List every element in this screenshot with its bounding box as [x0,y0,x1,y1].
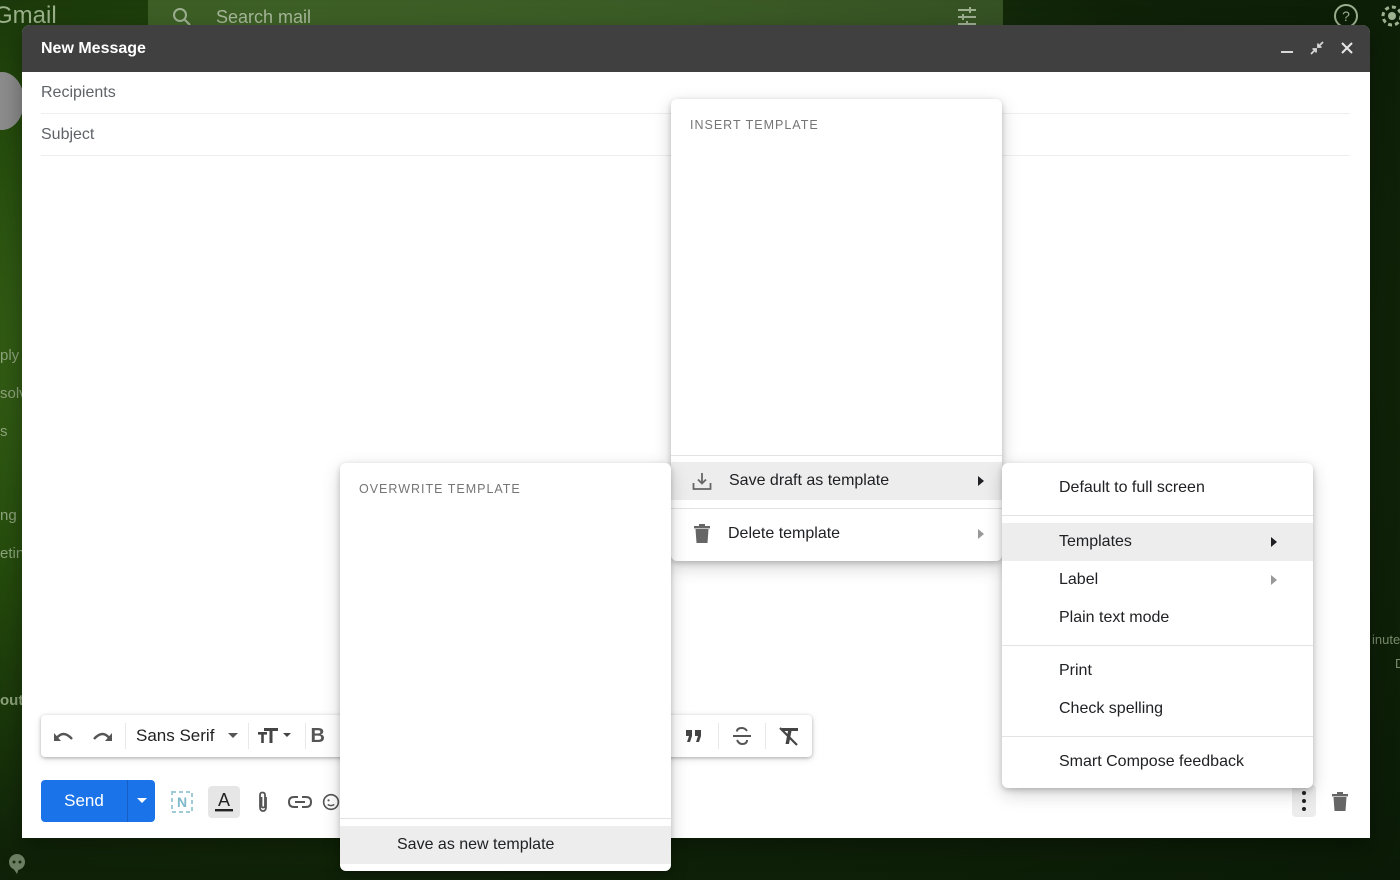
menu-item-label: Check spelling [1059,700,1164,717]
exit-full-screen-button[interactable] [1308,39,1326,57]
formatting-options-icon: A [215,791,233,812]
chat-icon[interactable] [6,852,28,874]
menu-divider [340,818,671,819]
strikethrough-icon [733,727,751,745]
more-options-icon [1302,791,1306,795]
templates-item[interactable]: Templates [1002,523,1313,561]
notion-button[interactable]: N [166,786,198,818]
trash-icon [694,524,710,543]
minimize-icon [1281,51,1293,53]
bold-button[interactable]: B [310,721,340,751]
font-family-value: Sans Serif [136,726,215,745]
submenu-arrow-icon [978,476,984,486]
quote-icon [686,730,701,742]
save-draft-as-template-item[interactable]: Save draft as template [671,462,1002,500]
submenu-arrow-icon [978,529,984,539]
toolbar-divider [305,723,307,749]
check-spelling-item[interactable]: Check spelling [1002,690,1313,728]
default-full-screen-item[interactable]: Default to full screen [1002,469,1313,507]
more-options-button[interactable] [1292,785,1316,817]
formatting-options-button[interactable]: A [208,786,240,818]
save-as-new-template-item[interactable]: Save as new template [340,826,671,864]
sidebar-fragment: out [0,692,24,709]
remove-formatting-icon [779,727,798,746]
right-fragment: D [1395,656,1400,671]
undo-icon [54,732,73,741]
send-options-icon [136,798,147,803]
close-icon [1341,42,1353,54]
menu-item-label: Templates [1059,533,1132,550]
menu-item-label: Save as new template [397,836,555,853]
menu-divider [1002,736,1313,737]
emoji-icon [322,793,340,811]
avatar [0,72,24,130]
menu-divider [1002,515,1313,516]
menu-item-label: Save draft as template [729,472,890,489]
font-family-select[interactable]: Sans Serif [130,721,244,751]
minimize-button[interactable] [1278,39,1296,57]
toolbar-divider [125,723,126,749]
send-button[interactable]: Send [41,780,127,822]
menu-divider [1002,645,1313,646]
delete-template-item[interactable]: Delete template [671,515,1002,553]
menu-divider [671,455,1002,456]
close-button[interactable] [1338,39,1356,57]
svg-text:N: N [177,794,187,810]
discard-icon [1332,792,1348,811]
undo-button[interactable] [45,721,83,751]
redo-icon [93,732,112,741]
print-item[interactable]: Print [1002,652,1313,690]
insert-link-button[interactable] [284,786,316,818]
download-icon [692,473,712,490]
link-icon [288,796,312,808]
strikethrough-button[interactable] [723,721,761,751]
remove-formatting-button[interactable] [770,721,808,751]
dropdown-arrow-icon [228,733,239,738]
attach-button[interactable] [247,786,279,818]
toolbar-divider [718,723,719,749]
toolbar-divider [765,723,766,749]
bold-icon: B [310,724,325,747]
send-options-button[interactable] [127,780,155,822]
menu-item-label: Smart Compose feedback [1059,753,1244,770]
quote-button[interactable] [674,721,714,751]
settings-icon[interactable] [1378,2,1400,30]
toolbar-divider [248,723,250,749]
send-button-group: Send [41,780,155,822]
sidebar-fragment: etin [0,545,25,562]
smart-compose-feedback-item[interactable]: Smart Compose feedback [1002,743,1313,781]
overwrite-template-header: OVERWRITE TEMPLATE [359,482,521,496]
insert-template-header: INSERT TEMPLATE [690,118,819,132]
menu-item-label: Default to full screen [1059,479,1205,496]
notion-icon: N [171,791,193,813]
menu-item-label: Plain text mode [1059,609,1170,626]
exit-full-screen-icon [1310,41,1324,55]
compose-title: New Message [41,39,146,57]
sidebar-fragment: ply [0,347,20,364]
sidebar-fragment: ng [0,507,17,524]
font-size-button[interactable] [253,721,301,751]
submenu-arrow-icon [1271,575,1277,585]
templates-submenu: INSERT TEMPLATE Save draft as template D… [671,99,1002,561]
svg-text:?: ? [1342,8,1350,24]
more-options-menu: Default to full screen Templates Label P… [1002,463,1313,788]
svg-text:A: A [218,791,230,810]
menu-item-label: Delete template [728,525,841,542]
save-template-submenu: OVERWRITE TEMPLATE Save as new template [340,463,671,871]
menu-divider [671,508,1002,509]
label-item[interactable]: Label [1002,561,1313,599]
compose-header: New Message [22,25,1370,72]
plain-text-mode-item[interactable]: Plain text mode [1002,599,1313,637]
discard-draft-button[interactable] [1324,786,1356,818]
menu-item-label: Label [1059,571,1099,588]
attach-icon [259,791,267,812]
redo-button[interactable] [83,721,121,751]
submenu-arrow-icon [1271,537,1277,547]
emoji-button[interactable] [322,786,340,818]
right-fragment: inute [1372,632,1400,647]
font-size-icon [258,728,292,743]
menu-item-label: Print [1059,662,1092,679]
sidebar-fragment: s [0,423,8,440]
